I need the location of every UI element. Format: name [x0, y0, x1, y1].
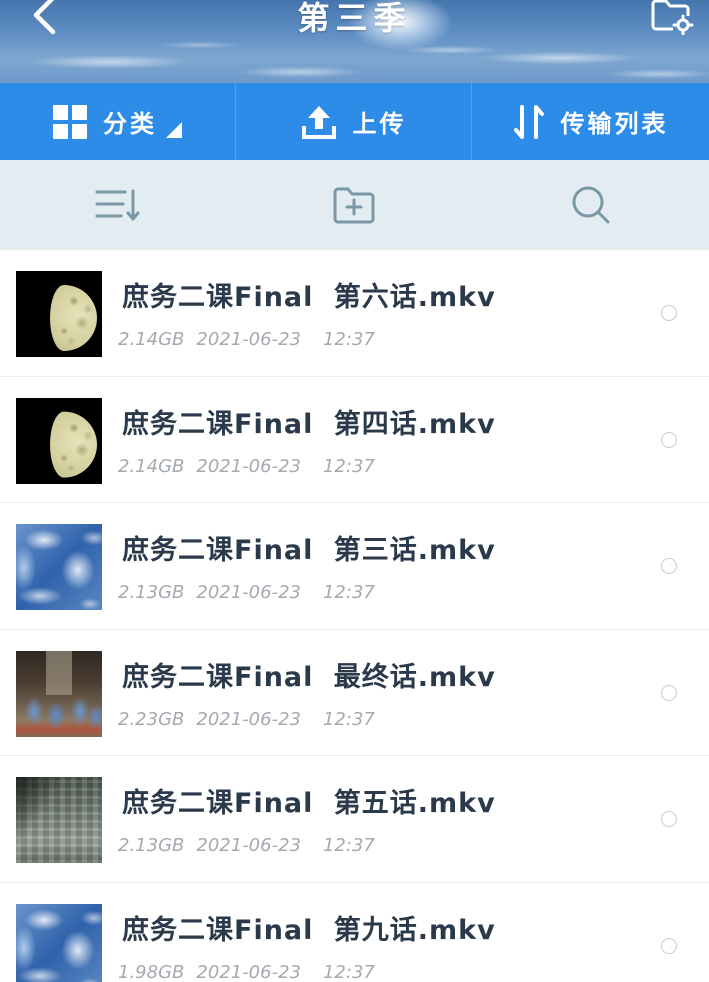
file-time: 12:37: [322, 455, 375, 477]
select-radio[interactable]: [661, 431, 677, 448]
file-meta: 2.14GB 2021-06-23 12:37: [118, 328, 375, 352]
file-size: 2.23GB: [118, 708, 185, 730]
file-name: 庶务二课Final 第九话.mkv: [122, 914, 496, 946]
select-radio[interactable]: [661, 811, 677, 828]
file-size: 2.13GB: [118, 835, 185, 857]
file-size: 2.13GB: [118, 582, 185, 604]
file-thumbnail: [16, 397, 102, 484]
file-row[interactable]: 庶务二课Final 最终话.mkv 2.23GB 2021-06-23 12:37: [0, 630, 709, 757]
grid-icon: [53, 104, 87, 139]
file-meta: 2.13GB 2021-06-23 12:37: [118, 834, 375, 858]
file-row[interactable]: 庶务二课Final 第四话.mkv 2.14GB 2021-06-23 12:37: [0, 377, 709, 504]
file-time: 12:37: [322, 961, 375, 982]
file-name: 庶务二课Final 第五话.mkv: [122, 788, 496, 820]
transfer-list-label: 传输列表: [560, 110, 669, 138]
transfer-list-button[interactable]: 传输列表: [472, 83, 709, 160]
file-size: 1.98GB: [118, 961, 185, 982]
file-meta: 2.14GB 2021-06-23 12:37: [118, 455, 375, 479]
category-label: 分类: [103, 110, 157, 138]
new-folder-button[interactable]: [236, 160, 472, 250]
search-button[interactable]: [472, 160, 709, 250]
action-bar: [0, 160, 709, 250]
file-size: 2.14GB: [118, 329, 185, 350]
main-toolbar: 分类 上传 传输列表: [0, 83, 709, 160]
file-meta: 2.23GB 2021-06-23 12:37: [118, 708, 375, 732]
add-folder-icon: [333, 187, 375, 224]
file-date: 2021-06-23: [196, 455, 301, 477]
file-time: 12:37: [322, 835, 375, 857]
file-list: 庶务二课Final 第六话.mkv 2.14GB 2021-06-23 12:37 …: [0, 250, 709, 982]
corner-triangle-icon: [166, 121, 182, 138]
select-radio[interactable]: [661, 305, 677, 321]
file-date: 2021-06-23: [196, 708, 301, 730]
file-row[interactable]: 庶务二课Final 第九话.mkv 1.98GB 2021-06-23 12:37: [0, 883, 709, 982]
select-radio[interactable]: [661, 558, 677, 575]
upload-icon: [301, 105, 336, 139]
file-date: 2021-06-23: [196, 835, 301, 857]
folder-settings-icon: [651, 0, 694, 36]
file-thumbnail: [16, 524, 102, 611]
file-size: 2.14GB: [118, 455, 185, 477]
file-date: 2021-06-23: [196, 329, 301, 350]
search-icon: [572, 186, 609, 224]
select-radio[interactable]: [661, 937, 677, 954]
transfer-arrows-icon: [513, 104, 544, 139]
file-time: 12:37: [322, 708, 375, 730]
file-thumbnail: [16, 777, 102, 864]
file-name: 庶务二课Final 第三话.mkv: [122, 535, 496, 567]
file-meta: 1.98GB 2021-06-23 12:37: [118, 961, 375, 982]
file-row[interactable]: 庶务二课Final 第五话.mkv 2.13GB 2021-06-23 12:37: [0, 756, 709, 883]
file-date: 2021-06-23: [196, 961, 301, 982]
header-banner: 第三季: [0, 0, 709, 83]
select-radio[interactable]: [661, 684, 677, 701]
page-title: 第三季: [297, 0, 412, 37]
file-time: 12:37: [322, 582, 375, 604]
folder-settings-button[interactable]: [650, 0, 694, 36]
file-name: 庶务二课Final 第六话.mkv: [122, 282, 496, 313]
upload-button[interactable]: 上传: [236, 83, 472, 160]
file-row[interactable]: 庶务二课Final 第三话.mkv 2.13GB 2021-06-23 12:37: [0, 503, 709, 630]
file-meta: 2.13GB 2021-06-23 12:37: [118, 581, 375, 605]
upload-label: 上传: [352, 110, 407, 138]
sort-button[interactable]: [0, 160, 236, 250]
file-thumbnail: [16, 271, 102, 357]
file-thumbnail: [16, 903, 102, 982]
file-thumbnail: [16, 650, 102, 737]
file-time: 12:37: [322, 329, 375, 350]
sort-list-icon: [95, 189, 140, 221]
file-row[interactable]: 庶务二课Final 第六话.mkv 2.14GB 2021-06-23 12:37: [0, 250, 709, 377]
file-date: 2021-06-23: [196, 582, 301, 604]
file-name: 庶务二课Final 第四话.mkv: [122, 408, 496, 440]
file-name: 庶务二课Final 最终话.mkv: [122, 661, 496, 693]
category-button[interactable]: 分类: [0, 83, 236, 160]
